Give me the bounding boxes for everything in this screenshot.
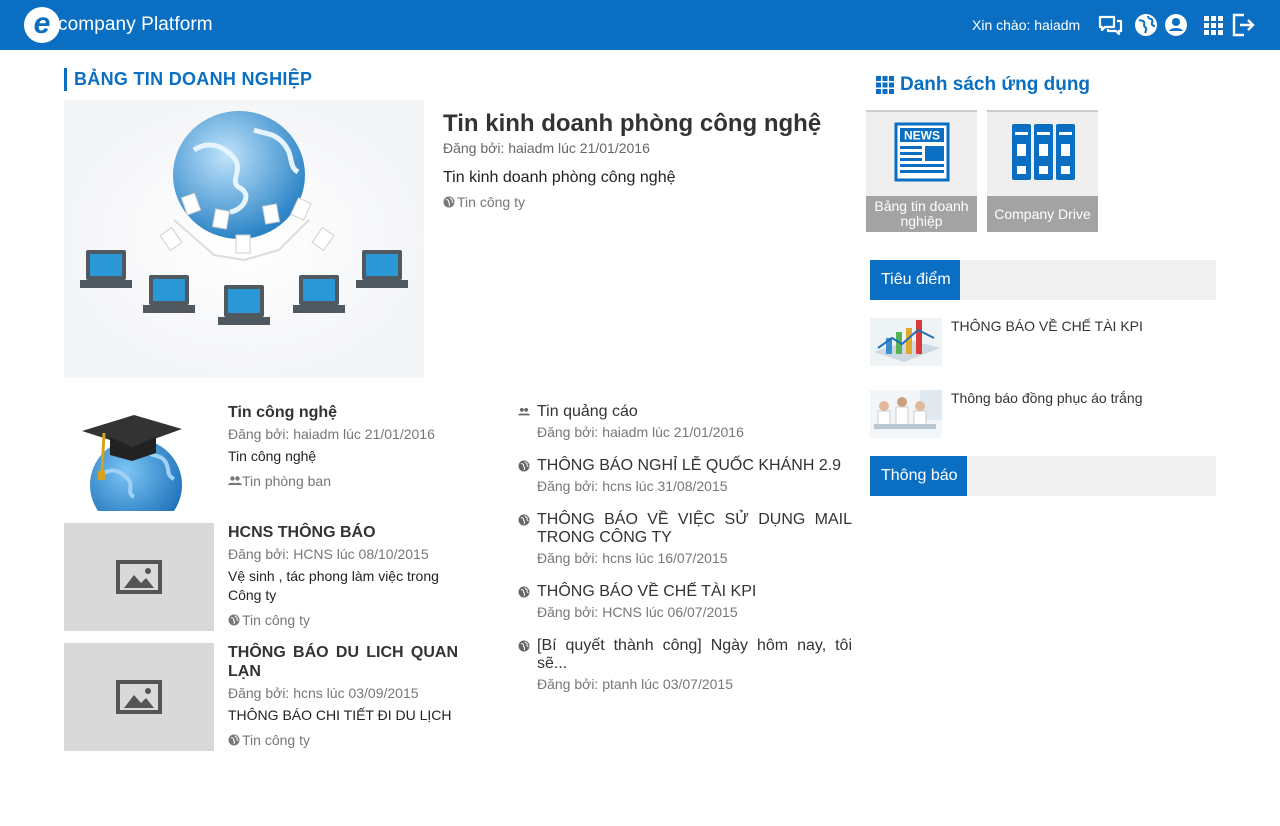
list-item[interactable]: THÔNG BÁO VỀ CHẾ TÀI KPI Đăng bởi: HCNS … [518,583,852,620]
globe-icon [443,196,455,208]
item-meta: Đăng bởi: hcns lúc 03/09/2015 [228,685,419,701]
list-item-meta: Đăng bởi: hcns lúc 31/08/2015 [537,478,728,494]
list-item-title[interactable]: THÔNG BÁO NGHỈ LỄ QUỐC KHÁNH 2.9 [537,457,852,475]
list-item-meta: Đăng bởi: hcns lúc 16/07/2015 [537,550,728,566]
app-tile-drive[interactable]: Company Drive [987,110,1098,232]
item-category-label: Tin công ty [242,732,310,748]
greeting-text[interactable]: Xin chào: haiadm [972,17,1080,33]
item-category[interactable]: Tin công ty [228,732,310,748]
apps-grid-icon [876,76,894,94]
logo-text: company Platform [58,14,213,35]
item-image-graduation[interactable] [64,403,214,511]
featured-meta: Đăng bởi: haiadm lúc 21/01/2016 [443,140,650,156]
item-image-placeholder[interactable] [64,523,214,631]
globe-icon [518,460,530,472]
item-category[interactable]: Tin công ty [228,612,310,628]
item-meta: Đăng bởi: HCNS lúc 08/10/2015 [228,546,429,562]
item-title[interactable]: THÔNG BÁO DU LICH QUAN LẠN [228,643,458,681]
item-title[interactable]: HCNS THÔNG BÁO [228,523,458,542]
list-item[interactable]: Tin quảng cáo Đăng bởi: haiadm lúc 21/01… [518,403,852,440]
item-description: Tin công nghệ [228,448,317,464]
focus-item-thumbnail [870,390,942,438]
globe-icon [228,614,240,626]
image-placeholder-icon [116,560,162,594]
item-category-label: Tin phòng ban [242,473,331,489]
logo[interactable]: e company Platform [24,7,213,43]
list-item[interactable]: THÔNG BÁO VỀ VIỆC SỬ DỤNG MAIL TRONG CÔN… [518,511,852,566]
group-icon [228,476,242,485]
apps-title-label: Danh sách ứng dụng [900,74,1091,95]
item-image-placeholder[interactable] [64,643,214,751]
binders-icon [1011,124,1075,180]
item-title[interactable]: Tin công nghệ [228,403,458,422]
focus-panel-title[interactable]: Tiêu điểm [870,260,960,300]
app-tile-label: Company Drive [987,196,1098,232]
notice-panel-header: Thông báo [870,456,1216,496]
featured-category[interactable]: Tin công ty [443,194,525,210]
logo-e-icon: e [24,7,60,43]
item-category-label: Tin công ty [242,612,310,628]
logout-icon[interactable] [1230,12,1256,38]
featured-category-label: Tin công ty [457,194,525,210]
notice-panel-title[interactable]: Thông báo [870,456,967,496]
focus-item[interactable]: Thông báo đồng phục áo trắng [870,390,1216,440]
image-placeholder-icon [116,680,162,714]
globe-icon [518,640,530,652]
news-icon-text: NEWS [904,129,940,143]
item-description: THÔNG BÁO CHI TIẾT ĐI DU LỊCH [228,707,452,723]
list-item-meta: Đăng bởi: ptanh lúc 03/07/2015 [537,676,733,692]
list-item[interactable]: [Bí quyết thành công] Ngày hôm nay, tôi … [518,637,852,692]
user-icon[interactable] [1163,12,1189,38]
list-item-meta: Đăng bởi: HCNS lúc 06/07/2015 [537,604,738,620]
featured-title[interactable]: Tin kinh doanh phòng công nghệ [443,110,821,138]
list-item-title[interactable]: [Bí quyết thành công] Ngày hôm nay, tôi … [537,637,852,673]
page-title: BẢNG TIN DOANH NGHIỆP [64,68,312,91]
focus-panel-header: Tiêu điểm [870,260,1216,300]
featured-description: Tin kinh doanh phòng công nghệ [443,169,676,186]
focus-item-title[interactable]: THÔNG BÁO VỀ CHẾ TÀI KPI [951,318,1143,334]
focus-item-thumbnail [870,318,942,366]
focus-item[interactable]: THÔNG BÁO VỀ CHẾ TÀI KPI [870,318,1216,368]
featured-image[interactable] [64,100,424,378]
globe-icon [518,586,530,598]
list-item[interactable]: THÔNG BÁO NGHỈ LỄ QUỐC KHÁNH 2.9 Đăng bở… [518,457,852,494]
item-category[interactable]: Tin phòng ban [228,473,331,489]
news-icon: NEWS [894,122,949,182]
chat-icon[interactable] [1097,12,1123,38]
list-item-meta: Đăng bởi: haiadm lúc 21/01/2016 [537,424,744,440]
top-bar: e company Platform Xin chào: haiadm [0,0,1280,50]
list-item-title[interactable]: THÔNG BÁO VỀ CHẾ TÀI KPI [537,583,852,601]
globe-icon [228,734,240,746]
group-icon [518,407,530,416]
app-tile-label: Bảng tin doanh nghiệp [866,196,977,232]
focus-item-title[interactable]: Thông báo đồng phục áo trắng [951,390,1143,406]
apps-grid-icon[interactable] [1200,12,1226,38]
globe-icon [518,514,530,526]
list-item-title[interactable]: THÔNG BÁO VỀ VIỆC SỬ DỤNG MAIL TRONG CÔN… [537,511,852,547]
item-description: Vệ sinh , tác phong làm việc trong Công … [228,568,439,603]
apps-section-title: Danh sách ứng dụng [875,74,1090,96]
list-item-title[interactable]: Tin quảng cáo [537,403,852,421]
item-meta: Đăng bởi: haiadm lúc 21/01/2016 [228,426,435,442]
globe-icon[interactable] [1133,12,1159,38]
app-tile-news[interactable]: NEWS Bảng tin doanh nghiệp [866,110,977,232]
